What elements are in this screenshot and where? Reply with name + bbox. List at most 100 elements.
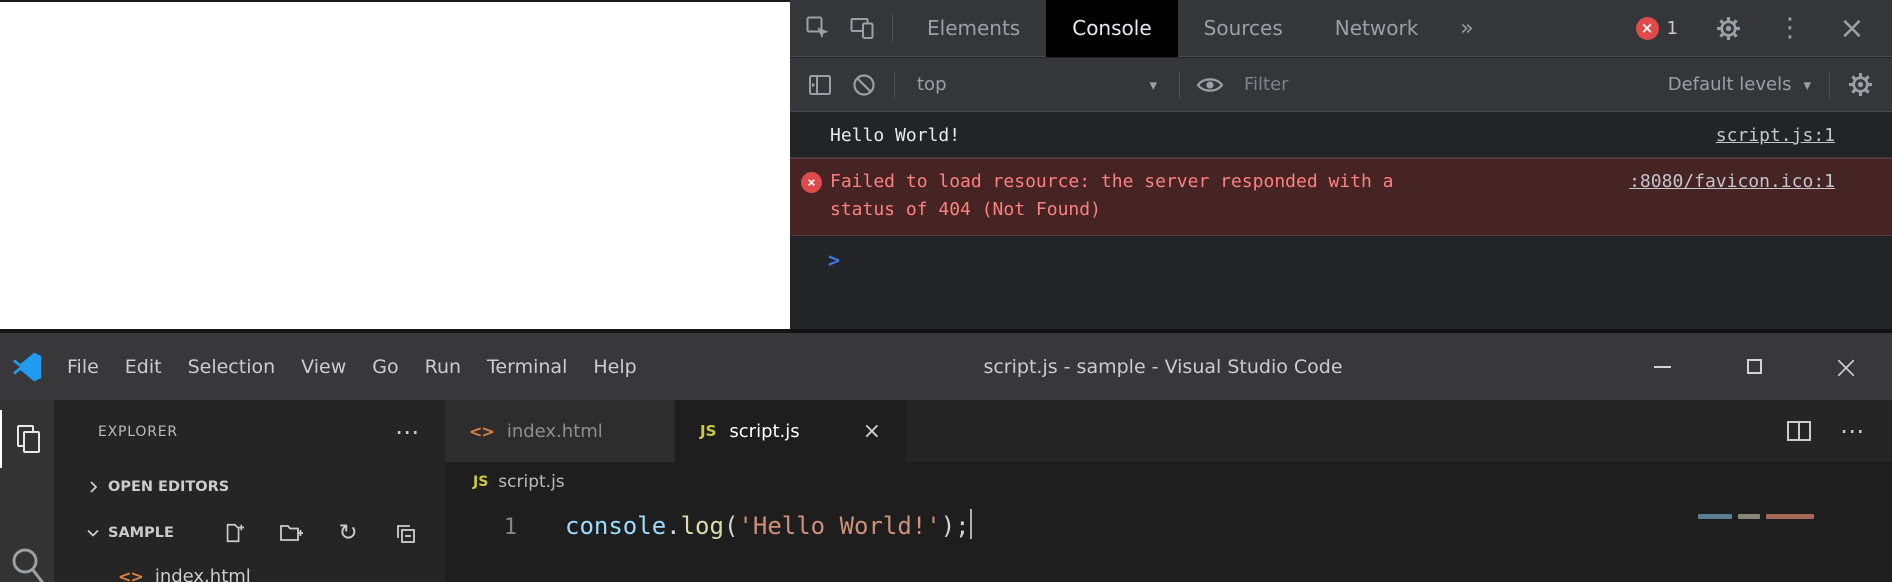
js-file-icon: JS xyxy=(473,474,488,490)
console-messages: Hello World! script.js:1 × Failed to loa… xyxy=(790,113,1892,329)
console-log-row: Hello World! script.js:1 xyxy=(790,113,1892,158)
device-toolbar-icon[interactable] xyxy=(840,6,884,50)
menu-view[interactable]: View xyxy=(288,333,359,400)
editor-tab-script-js[interactable]: JS script.js × xyxy=(676,400,906,462)
javascript-context-selector[interactable]: top ▾ xyxy=(903,74,1171,95)
screenshot-root: Elements Console Sources Network » × 1 xyxy=(0,0,1892,582)
code-token: log xyxy=(681,512,724,540)
editor-tabbar: <> index.html JS script.js × xyxy=(445,400,1892,462)
editor-more-actions-icon[interactable]: ⋯ xyxy=(1840,417,1864,445)
file-name: index.html xyxy=(155,566,251,582)
search-activity-icon[interactable] xyxy=(0,534,54,582)
more-tabs-icon[interactable]: » xyxy=(1444,0,1489,57)
devtools-tabbar-right: × 1 ⋮ × xyxy=(1636,6,1892,50)
toolbar-separator xyxy=(894,71,895,99)
line-number-gutter: 1 xyxy=(445,510,517,546)
console-prompt-chevron: > xyxy=(828,248,840,272)
close-window-button[interactable]: × xyxy=(1800,333,1892,400)
console-sidebar-icon[interactable] xyxy=(798,63,842,107)
error-icon: × xyxy=(801,172,822,193)
clear-console-icon[interactable] xyxy=(842,63,886,107)
maximize-button[interactable] xyxy=(1708,333,1800,400)
code-token: 'Hello World!' xyxy=(738,512,940,540)
error-badge[interactable]: × 1 xyxy=(1636,17,1678,40)
window-title: script.js - sample - Visual Studio Code xyxy=(720,356,1606,378)
devtools-settings-gear-icon[interactable] xyxy=(1706,6,1750,50)
code-token: . xyxy=(666,512,680,540)
menu-edit[interactable]: Edit xyxy=(112,333,175,400)
html-file-icon: <> xyxy=(469,422,494,441)
vscode-body: EXPLORER ⋯ OPEN EDITORS SAMPLE xyxy=(0,400,1892,582)
minimap[interactable] xyxy=(1698,502,1878,582)
activity-bar xyxy=(0,400,54,582)
tab-label: index.html xyxy=(507,421,603,442)
split-editor-icon[interactable] xyxy=(1786,420,1812,442)
console-settings-gear-icon[interactable] xyxy=(1838,63,1882,107)
explorer-more-actions-icon[interactable]: ⋯ xyxy=(395,418,419,446)
code-line-1: console.log('Hello World!'); xyxy=(565,507,972,545)
browser-viewport xyxy=(0,0,790,329)
new-folder-icon[interactable] xyxy=(279,521,303,545)
vscode-titlebar: File Edit Selection View Go Run Terminal… xyxy=(0,333,1892,400)
context-label: top xyxy=(917,74,947,95)
breadcrumb-file: script.js xyxy=(498,472,564,492)
menu-terminal[interactable]: Terminal xyxy=(474,333,580,400)
breadcrumb[interactable]: JS script.js xyxy=(445,462,1892,502)
window-controls: × xyxy=(1616,333,1892,400)
console-error-text: Failed to load resource: the server resp… xyxy=(830,168,1420,224)
editor-actions: ⋯ xyxy=(1786,400,1892,462)
code-token: ; xyxy=(955,512,969,540)
tab-network[interactable]: Network xyxy=(1309,0,1445,57)
menu-help[interactable]: Help xyxy=(580,333,649,400)
tab-elements[interactable]: Elements xyxy=(901,0,1046,57)
code-editor[interactable]: 1 console.log('Hello World!'); xyxy=(445,502,1892,582)
text-cursor xyxy=(970,509,972,539)
console-source-link[interactable]: script.js:1 xyxy=(1716,125,1835,146)
new-file-icon[interactable] xyxy=(222,521,246,545)
code-token: console xyxy=(565,512,666,540)
menu-go[interactable]: Go xyxy=(359,333,411,400)
code-token: ) xyxy=(941,512,955,540)
section-open-editors[interactable]: OPEN EDITORS xyxy=(54,464,445,510)
close-icon: × xyxy=(1833,351,1860,383)
console-toolbar: top ▾ Default levels ▾ xyxy=(790,58,1892,112)
create-live-expression-eye-icon[interactable] xyxy=(1188,63,1232,107)
section-sample[interactable]: SAMPLE xyxy=(54,510,445,556)
minimap-mark xyxy=(1698,514,1732,519)
editor-tab-index-html[interactable]: <> index.html xyxy=(445,400,676,462)
console-error-row: × Failed to load resource: the server re… xyxy=(790,158,1892,236)
chevron-down-icon xyxy=(86,526,100,540)
toolbar-separator xyxy=(1179,71,1180,99)
minimize-button[interactable] xyxy=(1616,333,1708,400)
log-levels-dropdown[interactable]: Default levels ▾ xyxy=(1658,74,1821,95)
section-actions: ↻ xyxy=(222,521,445,545)
sidebar-title: EXPLORER xyxy=(98,424,178,440)
tab-console[interactable]: Console xyxy=(1046,0,1177,57)
log-levels-label: Default levels xyxy=(1668,74,1792,95)
tab-sources[interactable]: Sources xyxy=(1178,0,1309,57)
close-devtools-icon[interactable]: × xyxy=(1830,6,1874,50)
error-count-icon: × xyxy=(1636,17,1659,40)
vscode-logo-icon[interactable] xyxy=(12,352,42,382)
tab-label: script.js xyxy=(729,421,799,442)
editor-area: <> index.html JS script.js × xyxy=(445,400,1892,582)
menu-file[interactable]: File xyxy=(54,333,112,400)
inspect-element-icon[interactable] xyxy=(796,6,840,50)
chevron-right-icon xyxy=(86,480,100,494)
menu-selection[interactable]: Selection xyxy=(175,333,289,400)
sidebar-header: EXPLORER ⋯ xyxy=(54,400,445,464)
devtools-kebab-menu-icon[interactable]: ⋮ xyxy=(1768,6,1812,50)
collapse-folders-icon[interactable] xyxy=(393,521,417,545)
devtools-tabbar: Elements Console Sources Network » × 1 xyxy=(790,0,1892,57)
explorer-activity-icon[interactable] xyxy=(0,410,54,468)
console-filter-input[interactable] xyxy=(1244,74,1494,95)
close-tab-icon[interactable]: × xyxy=(863,419,881,444)
console-error-source-link[interactable]: :8080/favicon.ico:1 xyxy=(1629,168,1835,196)
menu-run[interactable]: Run xyxy=(412,333,474,400)
error-count: 1 xyxy=(1667,18,1678,39)
html-file-icon: <> xyxy=(118,567,143,582)
refresh-explorer-icon[interactable]: ↻ xyxy=(336,521,360,545)
js-file-icon: JS xyxy=(700,422,716,440)
file-item-index-html[interactable]: <> index.html xyxy=(54,556,445,582)
console-prompt-row[interactable]: > xyxy=(790,236,1892,272)
